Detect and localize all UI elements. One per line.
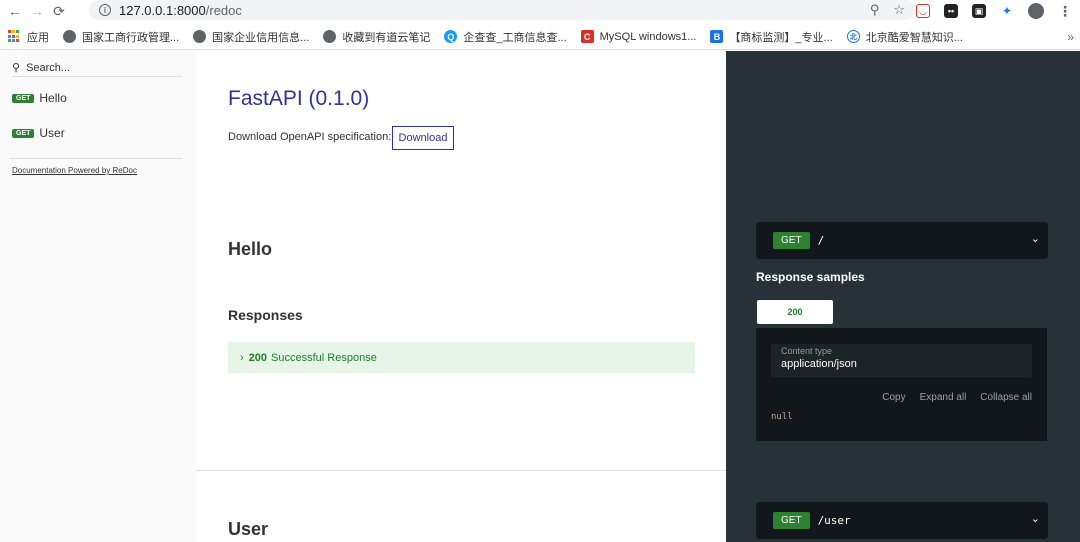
extension-glasses-icon[interactable]: •• [944, 4, 958, 18]
status-tab-200[interactable]: 200 [757, 300, 833, 324]
sidebar-item-user[interactable]: GET User [12, 126, 65, 140]
page-title: FastAPI (0.1.0) [228, 87, 370, 110]
bookmark-item[interactable]: B 【商标监测】_专业... [710, 29, 833, 45]
operation-bar-user[interactable]: GET /user ⌄ [756, 502, 1048, 539]
get-method-badge: GET [12, 93, 35, 103]
chevron-right-icon: › [240, 351, 244, 364]
beijing-icon: 北 [846, 30, 860, 43]
content-type-label: Content type [781, 346, 833, 356]
mysql-icon: C [580, 30, 594, 43]
section-title-user: User [228, 519, 269, 539]
globe-icon [193, 30, 207, 43]
bookmark-star-icon[interactable]: ☆ [893, 2, 905, 18]
search-input[interactable]: Search... [26, 62, 70, 74]
response-sample-box: Content type application/json Copy Expan… [756, 328, 1047, 441]
content-type-value: application/json [781, 358, 857, 370]
sidebar-divider [10, 158, 182, 159]
extension-mask-icon[interactable]: ▣ [972, 4, 986, 18]
forward-arrow-icon[interactable]: → [26, 0, 48, 22]
url-host: 127.0.0.1:8000 [119, 2, 206, 18]
response-200-row[interactable]: › 200 Successful Response [228, 342, 695, 373]
response-text: Successful Response [271, 351, 377, 364]
bookmark-item[interactable]: 北 北京酷爱智慧知识... [846, 29, 963, 45]
main-content: FastAPI (0.1.0) Download OpenAPI specifi… [196, 51, 726, 542]
extension-bird-icon[interactable]: ✦ [1000, 4, 1014, 18]
qichacha-icon: Q [444, 30, 458, 43]
browser-menu-icon[interactable]: ⋮ [1058, 3, 1072, 20]
reload-icon[interactable]: ⟳ [48, 0, 70, 22]
bookmark-item[interactable]: Q 企查查_工商信息查... [444, 29, 567, 45]
apps-grid-icon [8, 30, 21, 43]
collapse-all-button[interactable]: Collapse all [980, 392, 1032, 403]
sidebar-item-label: User [39, 126, 65, 140]
content-type-select[interactable]: Content type application/json [771, 344, 1032, 377]
sidebar: ⚲ Search... GET Hello GET User Documenta… [0, 51, 196, 542]
bookmark-item[interactable]: 收藏到有道云笔记 [323, 29, 430, 45]
samples-panel: GET / ⌄ Response samples 200 Content typ… [726, 51, 1080, 542]
globe-icon [63, 30, 76, 43]
get-method-badge: GET [12, 128, 35, 138]
chevron-down-icon[interactable]: ⌄ [1031, 512, 1040, 525]
trademark-icon: B [710, 30, 724, 43]
back-arrow-icon[interactable]: ← [4, 0, 26, 22]
url-path: /redoc [205, 2, 242, 18]
section-title-hello: Hello [228, 239, 273, 259]
operation-bar-root[interactable]: GET / ⌄ [756, 222, 1048, 259]
operation-path: / [817, 234, 825, 247]
response-body: null [771, 412, 793, 422]
sidebar-item-hello[interactable]: GET Hello [12, 91, 67, 105]
powered-by-link[interactable]: Documentation Powered by ReDoc [12, 166, 137, 175]
get-method-badge: GET [773, 512, 810, 529]
response-samples-title: Response samples [756, 270, 865, 284]
operation-path: /user [817, 514, 851, 527]
globe-icon [323, 30, 337, 43]
address-bar[interactable]: i 127.0.0.1:8000/redoc ⚲ ☆ [89, 0, 915, 20]
copy-button[interactable]: Copy [882, 392, 905, 403]
bookmark-item[interactable]: C MySQL windows1... [580, 30, 696, 43]
bookmarks-bar: 应用 国家工商行政管理... 国家企业信用信息... 收藏到有道云笔记 Q 企查… [0, 24, 1080, 50]
bookmark-item[interactable]: 国家工商行政管理... [63, 29, 179, 45]
bookmark-item[interactable]: 国家企业信用信息... [193, 29, 309, 45]
response-code: 200 [248, 351, 268, 364]
bookmarks-overflow-icon[interactable]: » [1067, 30, 1074, 44]
sidebar-item-label: Hello [39, 91, 67, 105]
profile-avatar-icon[interactable] [1028, 3, 1044, 19]
section-divider [196, 470, 726, 471]
zoom-icon[interactable]: ⚲ [870, 2, 880, 18]
extension-pocket-icon[interactable]: ◡ [916, 4, 930, 18]
responses-heading: Responses [228, 307, 303, 323]
expand-all-button[interactable]: Expand all [920, 392, 967, 403]
get-method-badge: GET [773, 232, 810, 249]
bookmark-apps[interactable]: 应用 [8, 29, 49, 45]
sample-actions: Copy Expand all Collapse all [882, 392, 1032, 403]
search-icon: ⚲ [12, 62, 21, 74]
chevron-down-icon[interactable]: ⌄ [1031, 232, 1040, 245]
info-icon[interactable]: i [99, 4, 111, 16]
search-box[interactable]: ⚲ Search... [12, 59, 182, 77]
browser-toolbar: ← → ⟳ i 127.0.0.1:8000/redoc ⚲ ☆ ◡ •• ▣ … [0, 0, 1080, 22]
download-label: Download OpenAPI specification: [228, 131, 392, 143]
download-button[interactable]: Download [392, 126, 454, 150]
